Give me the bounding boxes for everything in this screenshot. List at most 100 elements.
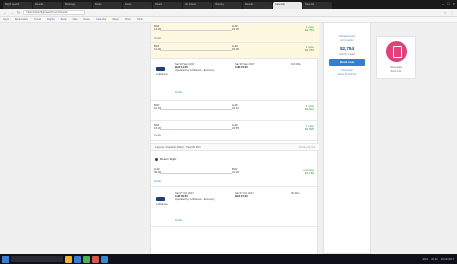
star-icon[interactable]: ☆ [443,10,447,15]
chrome-icon[interactable] [83,255,90,263]
details-link[interactable]: Details [154,134,161,137]
show-options-link[interactable]: Show all options [324,73,370,76]
fare-arrive: LHR 19:30 [232,44,239,52]
airline-name: Lufthansa [156,203,168,206]
bookmark-item[interactable]: Maps [112,18,118,21]
browser-tab[interactable]: Fares [123,2,152,9]
details-link[interactable]: Details [154,37,161,40]
bookmark-item[interactable]: Bank [61,18,67,21]
airline-logo-icon [156,67,165,71]
reload-icon[interactable]: ↻ [17,10,20,15]
bookmark-item[interactable]: Bookmarks [15,18,28,21]
back-icon[interactable]: ← [3,10,7,15]
system-tray: ENG 10:42 29-09-2017 [423,258,457,261]
view-deal-link[interactable]: View deal [324,69,370,72]
bookmark-item[interactable]: Other [137,18,144,21]
airline-name: Lufthansa [156,73,168,76]
fare-price: 1 stop $2,754 [304,25,314,33]
fare-row: BLR 18:20 LHR 23:55 1 stop $2,905 [154,123,314,135]
layover-text: Layover: Frankfurt (FRA) · Total 2h 15m [155,146,201,149]
browser-tab[interactable]: Itinerary [213,2,242,9]
browser-tab[interactable]: Results [33,2,62,9]
start-icon[interactable] [2,255,9,263]
language-indicator[interactable]: ENG [423,258,429,261]
fare-card[interactable]: BLR 14:00 LHR 19:30 1 stop $2,754 [151,43,319,59]
mail-icon[interactable] [92,255,99,263]
bookmark-item[interactable]: Flights [47,18,55,21]
route-line [160,173,232,174]
url-field[interactable]: https://www.flightsearch.com/results [23,10,86,15]
fare-arrive: LHR 19:30 [232,24,239,32]
airline-logo-icon [156,197,165,201]
edge-icon[interactable] [74,255,81,263]
browser-tab-strip: Flight search Results Bookings Deals Far… [0,0,457,9]
segment-arrive: Sat 30 Sep 2017 LHR 19:30 [235,63,255,70]
bookmark-item[interactable]: Apps [3,18,9,21]
browser-tab[interactable]: Deals [93,2,122,9]
fare-row: BLR 14:00 LHR 19:30 1 stop $2,754 [154,24,314,36]
price-sidebar: Cheapest fare per traveller $2,754 total… [323,23,371,254]
details-link[interactable]: Details [175,219,182,222]
word-icon[interactable] [101,255,108,263]
segment-depart: Sat 30 Sep 2017 BLR 14:00 Operated by Luft… [175,63,215,73]
fare-row: BLR 14:00 LHR 19:30 1 stop $2,754 [154,44,314,56]
browser-tab[interactable]: New tab [303,2,332,9]
fare-card[interactable]: LHR 09:00 BLR 21:30 nonstop $1,150 Details [151,165,319,187]
fare-card[interactable]: BLR 18:20 LHR 23:55 1 stop $2,905 Details [151,121,319,141]
sidebar-sublabel: per traveller [340,39,354,42]
segment-detail: Lufthansa Sat 30 Sep 2017 BLR 14:00 Operat… [151,59,319,101]
page-content: BLR 14:00 LHR 19:30 1 stop $2,754 Details B… [0,23,457,254]
browser-tab[interactable]: Air tickets [183,2,212,9]
layover-banner: Layover: Frankfurt (FRA) · Total 2h 15m … [151,143,319,151]
hotel-logo-icon [386,41,407,62]
route-line [160,109,232,110]
clock-time[interactable]: 10:42 [431,258,438,261]
sidebar-price: $2,754 [339,46,355,51]
window-controls: – □ × [442,1,455,6]
clock-date[interactable]: 29-09-2017 [441,258,454,261]
browser-tab-active[interactable]: Calendar [273,2,302,9]
browser-tab[interactable]: Hotels [153,2,182,9]
results-list: BLR 14:00 LHR 19:30 1 stop $2,754 Details B… [150,23,319,254]
bookmark-item[interactable]: Travel [34,18,41,21]
taskbar: ENG 10:42 29-09-2017 [0,254,457,264]
bookmark-item[interactable]: Mail [73,18,78,21]
fare-arrive: LHR 22:10 [232,103,239,111]
menu-icon[interactable]: ⋮ [450,10,454,15]
maximize-icon[interactable]: □ [447,1,449,6]
ad-panel[interactable]: Hotel deals Book now [376,36,416,79]
fare-card[interactable]: BLR 14:00 LHR 19:30 1 stop $2,754 Details [151,23,319,43]
book-now-button[interactable]: Book now [329,59,365,66]
route-line [160,129,232,130]
layover-arrival: Arrives 01 Oct [298,146,315,149]
segment-duration: 10h 30m [291,63,302,66]
details-link[interactable]: Details [175,91,182,94]
route-line [160,30,232,31]
bookmark-item[interactable]: News [83,18,90,21]
file-explorer-icon[interactable] [65,255,72,263]
close-icon[interactable]: × [453,1,455,6]
section-heading: Return flight [155,157,176,161]
taskbar-search-input[interactable] [11,256,63,262]
segment-duration: 9h 00m [291,192,300,195]
airline-dot-icon [155,157,158,161]
fare-arrive: LHR 23:55 [232,123,239,131]
fare-price: nonstop $1,150 [303,168,314,176]
browser-tab[interactable]: Bookings [63,2,92,9]
minimize-icon[interactable]: – [442,1,444,6]
forward-icon[interactable]: → [10,10,14,15]
bookmark-item[interactable]: Work [125,18,131,21]
fare-row: BLR 16:45 LHR 22:10 1 stop $2,812 [154,103,314,115]
sidebar-price-note: total for 1 adult [339,53,355,56]
fare-price: 1 stop $2,812 [304,104,314,112]
fare-arrive: BLR 21:30 [232,167,239,175]
bookmark-item[interactable]: Calendar [96,18,107,21]
browser-tab[interactable]: Results [243,2,272,9]
fare-row: LHR 09:00 BLR 21:30 nonstop $1,150 [154,167,314,179]
details-link[interactable]: Details [154,180,161,183]
ad-title: Hotel deals [390,66,402,69]
fare-card[interactable]: BLR 16:45 LHR 22:10 1 stop $2,812 [151,101,319,121]
address-bar: ← → ↻ https://www.flightsearch.com/resul… [0,9,457,17]
ad-subtitle: Book now [390,70,402,73]
browser-tab[interactable]: Flight search [3,2,32,9]
